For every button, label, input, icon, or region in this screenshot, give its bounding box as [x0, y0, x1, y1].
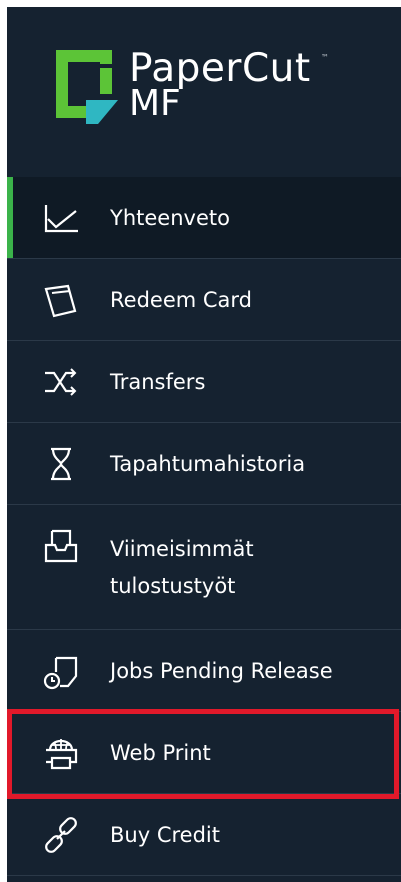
- papercut-logo[interactable]: PaperCut ™ MF: [42, 44, 342, 134]
- web-print-icon: [42, 734, 80, 772]
- menu-item-buy-credit[interactable]: Buy Credit: [7, 794, 401, 876]
- menu-item-tapahtumahistoria[interactable]: Tapahtumahistoria: [7, 423, 401, 505]
- logo-text: PaperCut ™ MF: [129, 49, 329, 123]
- menu-item-label: Jobs Pending Release: [110, 659, 333, 683]
- menu-item-label: Transfers: [110, 370, 206, 394]
- menu-item-viimeisimmat-tulostustyot[interactable]: Viimeisimmät tulostustyöt: [7, 505, 401, 630]
- menu-item-redeem-card[interactable]: Redeem Card: [7, 259, 401, 341]
- transfer-arrows-icon: [42, 363, 80, 401]
- menu-item-label: Viimeisimmät tulostustyöt: [110, 536, 254, 598]
- chain-link-icon: [42, 816, 80, 854]
- card-icon: [42, 281, 80, 319]
- menu-item-label: Redeem Card: [110, 288, 252, 312]
- menu-item-label: Web Print: [110, 741, 211, 765]
- menu-item-yhteenveto[interactable]: Yhteenveto: [7, 177, 401, 259]
- logo-trademark: ™: [321, 53, 329, 62]
- line-chart-icon: [42, 199, 80, 237]
- menu-item-web-print[interactable]: Web Print: [7, 712, 401, 794]
- printer-tray-icon: [42, 527, 80, 565]
- menu-item-label: Buy Credit: [110, 823, 220, 847]
- menu-item-transfers[interactable]: Transfers: [7, 341, 401, 423]
- release-document-icon: [42, 652, 80, 690]
- menu-item-jobs-pending-release[interactable]: Jobs Pending Release: [7, 630, 401, 712]
- main-menu: Yhteenveto Redeem Card Transfers Tapahtu…: [7, 177, 401, 876]
- papercut-logo-icon: [56, 50, 118, 124]
- menu-item-label: Tapahtumahistoria: [110, 452, 306, 476]
- sidebar-nav: PaperCut ™ MF Yhteenveto Redeem Card Tra…: [7, 7, 401, 882]
- menu-item-label: Yhteenveto: [110, 206, 230, 230]
- hourglass-icon: [42, 445, 80, 483]
